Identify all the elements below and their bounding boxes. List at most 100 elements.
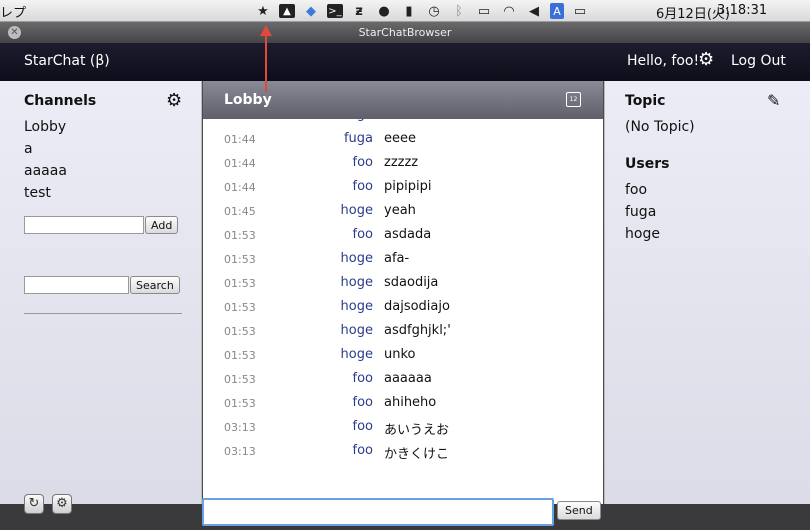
- message-text: unko: [384, 347, 416, 362]
- user-item-hoge[interactable]: hoge: [625, 226, 660, 242]
- message-user[interactable]: foo: [353, 419, 373, 434]
- channel-item-a[interactable]: a: [24, 141, 33, 157]
- star-icon[interactable]: ★: [254, 3, 272, 19]
- user-item-fuga[interactable]: fuga: [625, 204, 656, 220]
- user-item-foo[interactable]: foo: [625, 182, 647, 198]
- channel-item-aaaaa[interactable]: aaaaa: [24, 163, 67, 179]
- message-text: sdaodija: [384, 275, 439, 290]
- bookmark-icon[interactable]: ▮: [400, 3, 418, 19]
- bluetooth-icon[interactable]: ᛒ: [450, 3, 468, 19]
- message-row: 01:53 foo ahiheho: [203, 393, 603, 417]
- message-time: 01:44: [224, 181, 256, 194]
- message-user[interactable]: hoge: [341, 347, 373, 362]
- message-list[interactable]: fuga aaa 01:44 fuga eeee 01:44 foo zzzzz 01:44…: [203, 119, 603, 464]
- message-text: ahiheho: [384, 395, 437, 410]
- message-text: pipipipi: [384, 179, 432, 194]
- message-text: eeee: [384, 131, 416, 146]
- message-time: 01:53: [224, 229, 256, 242]
- send-button[interactable]: Send: [557, 501, 601, 520]
- footer-gear-icon[interactable]: ⚙: [52, 494, 72, 514]
- status-tray: ★ ▲ ◆ >_ ƶ ● ▮ ◷ ᛒ ▭ ◠ ◀ A ▭: [254, 1, 596, 21]
- settings-gear-icon[interactable]: ⚙: [698, 51, 714, 69]
- message-time: 01:45: [224, 205, 256, 218]
- message-text: かきくけこ: [384, 447, 450, 462]
- logout-link[interactable]: Log Out: [731, 53, 786, 69]
- message-time: 01:44: [224, 157, 256, 170]
- refresh-icon[interactable]: ↻: [24, 494, 44, 514]
- close-window-button[interactable]: ✕: [8, 26, 21, 39]
- message-row: 01:53 hoge asdfghjkl;': [203, 321, 603, 345]
- message-time: 03:13: [224, 421, 256, 434]
- message-text: zzzzz: [384, 155, 419, 170]
- display-icon[interactable]: ▭: [475, 3, 493, 19]
- new-channel-input[interactable]: [24, 216, 144, 234]
- message-text: aaa: [384, 119, 408, 122]
- terminal-icon[interactable]: >_: [327, 4, 343, 18]
- message-text: aaaaaa: [384, 371, 432, 386]
- zest-icon[interactable]: ƶ: [350, 3, 368, 19]
- message-text: afa-: [384, 251, 410, 266]
- menu-app-name[interactable]: レプ: [0, 2, 26, 21]
- message-user[interactable]: hoge: [341, 323, 373, 338]
- channel-item-lobby[interactable]: Lobby: [24, 119, 66, 135]
- message-time: 01:53: [224, 325, 256, 338]
- message-user[interactable]: fuga: [344, 119, 373, 122]
- message-time: 01:44: [224, 133, 256, 146]
- message-user[interactable]: hoge: [341, 275, 373, 290]
- message-user[interactable]: foo: [353, 155, 373, 170]
- topic-heading: Topic: [625, 93, 666, 109]
- message-user[interactable]: foo: [353, 395, 373, 410]
- channel-item-test[interactable]: test: [24, 185, 51, 201]
- window-titlebar[interactable]: ✕ StarChatBrowser: [0, 22, 810, 43]
- message-user[interactable]: foo: [353, 371, 373, 386]
- brand-link[interactable]: StarChat (β): [24, 53, 110, 69]
- message-row: 01:44 fuga eeee: [203, 129, 603, 153]
- room-title: Lobby: [224, 92, 272, 108]
- channels-panel: Channels ⚙ Lobby a aaaaa test Add Search: [0, 81, 202, 504]
- message-user[interactable]: hoge: [341, 299, 373, 314]
- message-row: 01:53 foo aaaaaa: [203, 369, 603, 393]
- message-text: dajsodiajo: [384, 299, 450, 314]
- menu-clock[interactable]: 3:18:31: [717, 3, 767, 18]
- message-user[interactable]: hoge: [341, 251, 373, 266]
- message-time: 01:53: [224, 349, 256, 362]
- dropbox-icon[interactable]: ◆: [302, 3, 320, 19]
- window-title: StarChatBrowser: [358, 26, 452, 39]
- message-row: 01:53 hoge afa-: [203, 249, 603, 273]
- volume-icon[interactable]: ◀: [525, 3, 543, 19]
- message-text: yeah: [384, 203, 416, 218]
- message-row: 03:13 foo かきくけこ: [203, 441, 603, 464]
- annotation-arrow-line: [265, 34, 267, 92]
- time-machine-icon[interactable]: ◷: [425, 3, 443, 19]
- wifi-icon[interactable]: ◠: [500, 3, 518, 19]
- message-row: 03:13 foo あいうえお: [203, 417, 603, 441]
- message-time: 01:53: [224, 373, 256, 386]
- channels-gear-icon[interactable]: ⚙: [166, 90, 182, 111]
- message-row: 01:45 hoge yeah: [203, 201, 603, 225]
- search-input[interactable]: [24, 276, 129, 294]
- message-text: あいうえお: [384, 423, 450, 438]
- sidebar-divider: [24, 313, 182, 314]
- message-time: 03:13: [224, 445, 256, 458]
- contact-icon[interactable]: ▲: [279, 4, 295, 18]
- calendar-icon[interactable]: 12: [566, 92, 581, 107]
- message-user[interactable]: foo: [353, 443, 373, 458]
- app-header: StarChat (β) Hello, foo! ⚙ Log Out: [0, 43, 810, 81]
- message-user[interactable]: fuga: [344, 131, 373, 146]
- search-button[interactable]: Search: [130, 276, 180, 294]
- input-method-icon[interactable]: A: [550, 3, 564, 19]
- message-user[interactable]: hoge: [341, 203, 373, 218]
- user-greeting: Hello, foo!: [627, 53, 700, 69]
- room-header: Lobby 12: [203, 81, 603, 119]
- edit-topic-pencil-icon[interactable]: ✎: [767, 91, 780, 110]
- battery-icon[interactable]: ▭: [571, 3, 589, 19]
- message-time: 01:53: [224, 301, 256, 314]
- message-row: 01:53 hoge sdaodija: [203, 273, 603, 297]
- message-input[interactable]: [202, 498, 554, 526]
- message-user[interactable]: foo: [353, 227, 373, 242]
- message-row: 01:53 hoge unko: [203, 345, 603, 369]
- add-channel-button[interactable]: Add: [145, 216, 179, 234]
- hat-icon[interactable]: ●: [375, 3, 393, 19]
- message-user[interactable]: foo: [353, 179, 373, 194]
- message-row: fuga aaa: [203, 119, 603, 129]
